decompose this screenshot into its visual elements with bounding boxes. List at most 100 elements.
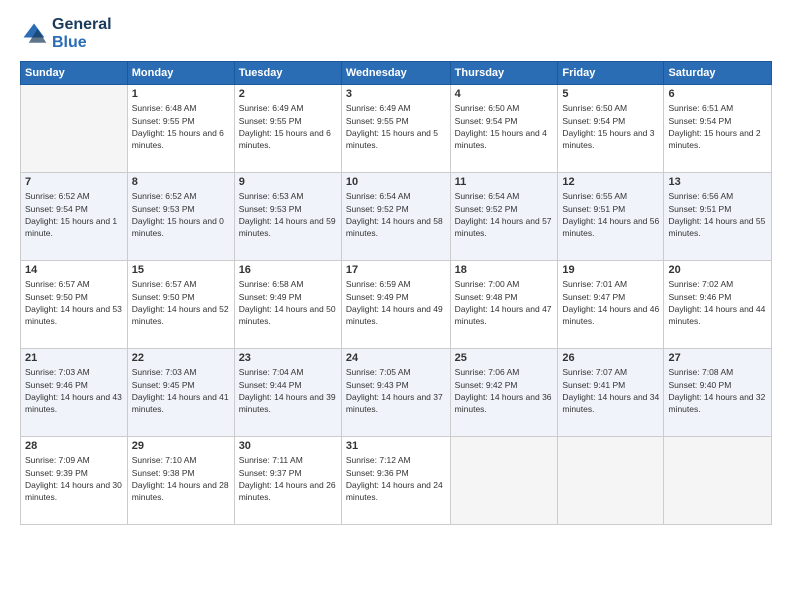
day-info: Sunrise: 6:50 AMSunset: 9:54 PMDaylight:… [562, 102, 659, 151]
day-number: 7 [25, 176, 123, 188]
calendar-cell: 16 Sunrise: 6:58 AMSunset: 9:49 PMDayligh… [234, 261, 341, 349]
calendar-cell: 28 Sunrise: 7:09 AMSunset: 9:39 PMDayligh… [21, 437, 128, 525]
day-info: Sunrise: 6:59 AMSunset: 9:49 PMDaylight:… [346, 278, 446, 327]
day-number: 13 [668, 176, 767, 188]
calendar-cell: 11 Sunrise: 6:54 AMSunset: 9:52 PMDayligh… [450, 173, 558, 261]
day-info: Sunrise: 6:51 AMSunset: 9:54 PMDaylight:… [668, 102, 767, 151]
day-number: 30 [239, 440, 337, 452]
day-info: Sunrise: 6:53 AMSunset: 9:53 PMDaylight:… [239, 190, 337, 239]
weekday-thursday: Thursday [450, 62, 558, 85]
day-info: Sunrise: 7:01 AMSunset: 9:47 PMDaylight:… [562, 278, 659, 327]
day-info: Sunrise: 7:12 AMSunset: 9:36 PMDaylight:… [346, 454, 446, 503]
calendar-cell: 23 Sunrise: 7:04 AMSunset: 9:44 PMDayligh… [234, 349, 341, 437]
calendar-cell: 9 Sunrise: 6:53 AMSunset: 9:53 PMDaylight… [234, 173, 341, 261]
day-info: Sunrise: 7:10 AMSunset: 9:38 PMDaylight:… [132, 454, 230, 503]
day-number: 3 [346, 88, 446, 100]
calendar-cell [558, 437, 664, 525]
day-info: Sunrise: 7:03 AMSunset: 9:45 PMDaylight:… [132, 366, 230, 415]
calendar-cell: 1 Sunrise: 6:48 AMSunset: 9:55 PMDaylight… [127, 85, 234, 173]
day-info: Sunrise: 6:58 AMSunset: 9:49 PMDaylight:… [239, 278, 337, 327]
day-number: 8 [132, 176, 230, 188]
day-info: Sunrise: 7:05 AMSunset: 9:43 PMDaylight:… [346, 366, 446, 415]
day-number: 2 [239, 88, 337, 100]
week-row: 1 Sunrise: 6:48 AMSunset: 9:55 PMDaylight… [21, 85, 772, 173]
day-number: 22 [132, 352, 230, 364]
day-number: 25 [455, 352, 554, 364]
day-info: Sunrise: 7:11 AMSunset: 9:37 PMDaylight:… [239, 454, 337, 503]
calendar-cell: 15 Sunrise: 6:57 AMSunset: 9:50 PMDayligh… [127, 261, 234, 349]
calendar-page: General Blue SundayMondayTuesdayWednesda… [0, 0, 792, 612]
day-info: Sunrise: 6:57 AMSunset: 9:50 PMDaylight:… [132, 278, 230, 327]
day-info: Sunrise: 6:49 AMSunset: 9:55 PMDaylight:… [346, 102, 446, 151]
calendar-cell: 5 Sunrise: 6:50 AMSunset: 9:54 PMDaylight… [558, 85, 664, 173]
calendar-cell: 19 Sunrise: 7:01 AMSunset: 9:47 PMDayligh… [558, 261, 664, 349]
logo-text: General Blue [52, 16, 112, 51]
day-number: 4 [455, 88, 554, 100]
day-info: Sunrise: 7:08 AMSunset: 9:40 PMDaylight:… [668, 366, 767, 415]
day-info: Sunrise: 7:07 AMSunset: 9:41 PMDaylight:… [562, 366, 659, 415]
day-info: Sunrise: 6:56 AMSunset: 9:51 PMDaylight:… [668, 190, 767, 239]
day-number: 31 [346, 440, 446, 452]
day-info: Sunrise: 7:00 AMSunset: 9:48 PMDaylight:… [455, 278, 554, 327]
calendar-table: SundayMondayTuesdayWednesdayThursdayFrid… [20, 61, 772, 525]
day-number: 14 [25, 264, 123, 276]
calendar-cell: 2 Sunrise: 6:49 AMSunset: 9:55 PMDaylight… [234, 85, 341, 173]
calendar-cell: 12Sunrise: 6:55 AMSunset: 9:51 PMDayligh… [558, 173, 664, 261]
calendar-cell: 25 Sunrise: 7:06 AMSunset: 9:42 PMDayligh… [450, 349, 558, 437]
calendar-cell [21, 85, 128, 173]
day-number: 28 [25, 440, 123, 452]
day-number: 6 [668, 88, 767, 100]
day-info: Sunrise: 6:49 AMSunset: 9:55 PMDaylight:… [239, 102, 337, 151]
day-info: Sunrise: 6:57 AMSunset: 9:50 PMDaylight:… [25, 278, 123, 327]
calendar-cell: 17 Sunrise: 6:59 AMSunset: 9:49 PMDayligh… [341, 261, 450, 349]
day-info: Sunrise: 7:03 AMSunset: 9:46 PMDaylight:… [25, 366, 123, 415]
day-info: Sunrise: 6:48 AMSunset: 9:55 PMDaylight:… [132, 102, 230, 151]
calendar-cell: 21Sunrise: 7:03 AMSunset: 9:46 PMDayligh… [21, 349, 128, 437]
day-info: Sunrise: 6:50 AMSunset: 9:54 PMDaylight:… [455, 102, 554, 151]
day-info: Sunrise: 7:02 AMSunset: 9:46 PMDaylight:… [668, 278, 767, 327]
calendar-cell: 6 Sunrise: 6:51 AMSunset: 9:54 PMDaylight… [664, 85, 772, 173]
day-number: 20 [668, 264, 767, 276]
day-number: 17 [346, 264, 446, 276]
day-info: Sunrise: 7:06 AMSunset: 9:42 PMDaylight:… [455, 366, 554, 415]
day-number: 27 [668, 352, 767, 364]
calendar-cell: 7Sunrise: 6:52 AMSunset: 9:54 PMDaylight… [21, 173, 128, 261]
logo: General Blue [20, 16, 112, 51]
day-info: Sunrise: 6:54 AMSunset: 9:52 PMDaylight:… [346, 190, 446, 239]
day-number: 12 [562, 176, 659, 188]
calendar-cell: 29Sunrise: 7:10 AMSunset: 9:38 PMDayligh… [127, 437, 234, 525]
calendar-cell: 27 Sunrise: 7:08 AMSunset: 9:40 PMDayligh… [664, 349, 772, 437]
day-number: 23 [239, 352, 337, 364]
week-row: 14 Sunrise: 6:57 AMSunset: 9:50 PMDayligh… [21, 261, 772, 349]
weekday-tuesday: Tuesday [234, 62, 341, 85]
day-info: Sunrise: 6:54 AMSunset: 9:52 PMDaylight:… [455, 190, 554, 239]
weekday-monday: Monday [127, 62, 234, 85]
day-info: Sunrise: 7:04 AMSunset: 9:44 PMDaylight:… [239, 366, 337, 415]
calendar-cell [450, 437, 558, 525]
weekday-header-row: SundayMondayTuesdayWednesdayThursdayFrid… [21, 62, 772, 85]
calendar-cell: 13 Sunrise: 6:56 AMSunset: 9:51 PMDayligh… [664, 173, 772, 261]
calendar-cell: 20 Sunrise: 7:02 AMSunset: 9:46 PMDayligh… [664, 261, 772, 349]
day-number: 1 [132, 88, 230, 100]
week-row: 21Sunrise: 7:03 AMSunset: 9:46 PMDayligh… [21, 349, 772, 437]
calendar-cell: 26 Sunrise: 7:07 AMSunset: 9:41 PMDayligh… [558, 349, 664, 437]
weekday-friday: Friday [558, 62, 664, 85]
day-number: 9 [239, 176, 337, 188]
calendar-cell: 30 Sunrise: 7:11 AMSunset: 9:37 PMDayligh… [234, 437, 341, 525]
calendar-cell: 4 Sunrise: 6:50 AMSunset: 9:54 PMDaylight… [450, 85, 558, 173]
day-number: 19 [562, 264, 659, 276]
day-number: 15 [132, 264, 230, 276]
weekday-wednesday: Wednesday [341, 62, 450, 85]
calendar-cell: 3 Sunrise: 6:49 AMSunset: 9:55 PMDaylight… [341, 85, 450, 173]
weekday-sunday: Sunday [21, 62, 128, 85]
calendar-cell: 31 Sunrise: 7:12 AMSunset: 9:36 PMDayligh… [341, 437, 450, 525]
calendar-cell: 10Sunrise: 6:54 AMSunset: 9:52 PMDayligh… [341, 173, 450, 261]
week-row: 7Sunrise: 6:52 AMSunset: 9:54 PMDaylight… [21, 173, 772, 261]
day-number: 18 [455, 264, 554, 276]
day-number: 5 [562, 88, 659, 100]
day-number: 16 [239, 264, 337, 276]
calendar-cell: 24Sunrise: 7:05 AMSunset: 9:43 PMDayligh… [341, 349, 450, 437]
day-info: Sunrise: 7:09 AMSunset: 9:39 PMDaylight:… [25, 454, 123, 503]
day-number: 11 [455, 176, 554, 188]
day-number: 26 [562, 352, 659, 364]
